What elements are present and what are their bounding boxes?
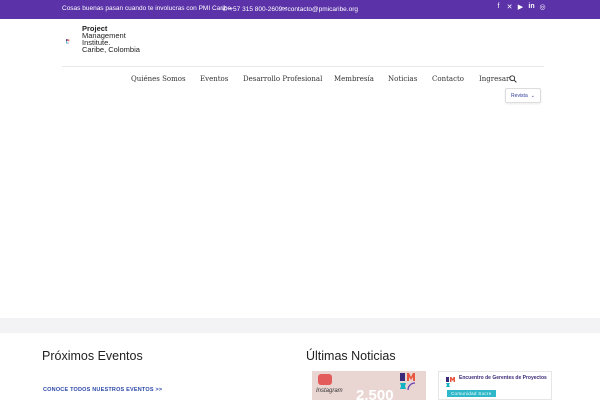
- news-card[interactable]: Encuentro de Gerentes de Proyectos Comun…: [438, 371, 552, 400]
- tagline: Cosas buenas pasan cuando te involucras …: [62, 5, 232, 12]
- chevron-down-icon: ⌄: [530, 92, 535, 99]
- nav-desarrollo-profesional[interactable]: Desarrollo Profesional: [243, 75, 322, 83]
- search-icon[interactable]: [509, 75, 517, 83]
- logo-text[interactable]: Project Management Institute. Caribe, Co…: [82, 25, 140, 54]
- youtube-icon[interactable]: ▶: [517, 3, 524, 11]
- nav-contacto[interactable]: Contacto: [432, 75, 464, 83]
- revista-label: Revista: [511, 92, 528, 99]
- nav-eventos[interactable]: Eventos: [200, 75, 228, 83]
- nav-noticias[interactable]: Noticias: [388, 75, 417, 83]
- linkedin-icon[interactable]: in: [528, 3, 535, 11]
- nav-ingresar[interactable]: Ingresar: [479, 75, 509, 83]
- pmi-logo-icon: [400, 373, 422, 391]
- news-card[interactable]: Instagram 2.500: [312, 371, 426, 400]
- section-divider: [0, 318, 600, 333]
- news-title: Últimas Noticias: [306, 349, 396, 363]
- phone-text: +57 315 800-2609: [229, 6, 283, 13]
- news-card-label: Instagram: [316, 388, 343, 394]
- social-links: f ✕ ▶ in ◎: [495, 3, 546, 11]
- instagram-icon[interactable]: ◎: [539, 3, 546, 11]
- phone-link[interactable]: ✆ +57 315 800-2609: [222, 5, 282, 13]
- facebook-icon[interactable]: f: [495, 3, 502, 11]
- header-divider: [62, 66, 544, 67]
- top-bar: Cosas buenas pasan cuando te involucras …: [0, 0, 600, 19]
- phone-icon: ✆: [222, 6, 228, 13]
- x-icon[interactable]: ✕: [506, 3, 513, 11]
- nav-membresia[interactable]: Membresía: [334, 75, 374, 83]
- news-card-badge: Comunidad Sucre: [447, 390, 496, 397]
- events-title: Próximos Eventos: [42, 349, 143, 363]
- pmi-logo-icon: [446, 376, 458, 388]
- email-text: contacto@pmicaribe.org: [287, 6, 359, 13]
- revista-dropdown[interactable]: Revista ⌄: [505, 88, 541, 103]
- email-link[interactable]: ✉contacto@pmicaribe.org: [282, 5, 358, 13]
- news-card-number: 2.500: [356, 387, 394, 400]
- nav-quienes-somos[interactable]: Quiénes Somos: [131, 75, 186, 83]
- news-card-title: Encuentro de Gerentes de Proyectos: [459, 375, 547, 381]
- all-events-link[interactable]: CONOCE TODOS NUESTROS EVENTOS >>: [43, 387, 162, 393]
- instagram-icon: [318, 374, 332, 385]
- logo-line-4: Caribe, Colombia: [82, 45, 140, 54]
